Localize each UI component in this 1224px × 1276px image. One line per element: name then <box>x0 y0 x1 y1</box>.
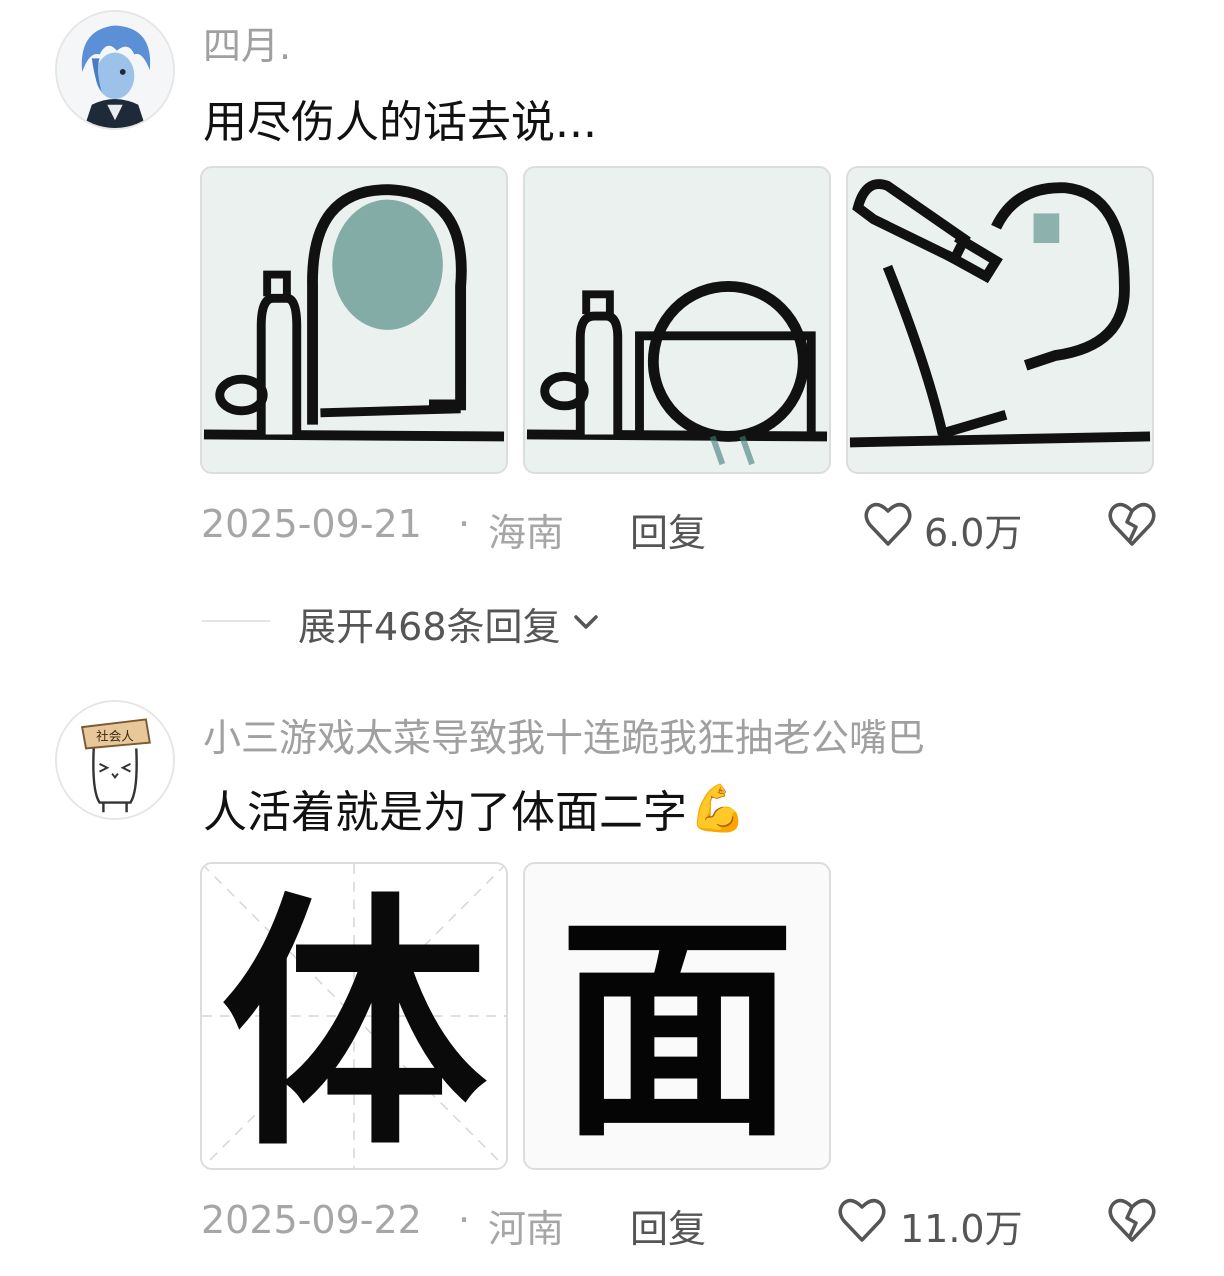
meta-separator: · <box>458 502 471 546</box>
meme-image-1 <box>202 168 506 472</box>
heart-outline-icon[interactable] <box>836 1194 888 1246</box>
expand-replies-label: 展开468条回复 <box>298 605 561 649</box>
broken-heart-icon[interactable] <box>1106 498 1158 550</box>
flexed-biceps-emoji: 💪 <box>689 781 747 835</box>
meme-drinking-panel-1[interactable] <box>200 166 508 474</box>
chevron-down-icon <box>571 607 601 641</box>
character-mian: 面 <box>559 891 796 1168</box>
meta-separator: · <box>458 1198 471 1242</box>
broken-heart-icon[interactable] <box>1106 1194 1158 1246</box>
user-avatar[interactable]: 社会人 <box>55 700 175 820</box>
character-mian-image[interactable]: 面 <box>523 862 831 1170</box>
avatar-box-label: 社会人 <box>96 729 134 744</box>
comment-location: 海南 <box>488 511 565 555</box>
tian-grid-image: 体 <box>202 864 506 1168</box>
comment-date: 2025-09-22 <box>201 1198 422 1242</box>
meme-image-3 <box>848 168 1152 472</box>
comment-text-row: 人活着就是为了体面二字 💪 <box>203 776 746 840</box>
expand-divider <box>202 620 270 622</box>
meme-drinking-panel-3[interactable] <box>846 166 1154 474</box>
comment-text: 人活着就是为了体面二字 <box>203 787 687 838</box>
like-count: 6.0万 <box>924 511 1023 555</box>
expand-replies-button[interactable]: 展开468条回复 <box>298 596 601 651</box>
character-ti: 体 <box>221 869 487 1168</box>
like-count: 11.0万 <box>900 1207 1023 1251</box>
reply-button[interactable]: 回复 <box>630 502 706 557</box>
comment-text: 用尽伤人的话去说... <box>203 97 597 148</box>
calligraphy-image: 面 <box>525 864 829 1168</box>
meme-image-2 <box>525 168 829 472</box>
avatar-image: 社会人 <box>57 702 173 818</box>
avatar-image <box>57 12 173 128</box>
user-avatar[interactable] <box>55 10 175 130</box>
username[interactable]: 四月. <box>203 15 291 70</box>
username[interactable]: 小三游戏太菜导致我十连跪我狂抽老公嘴巴 <box>203 707 925 762</box>
heart-outline-icon[interactable] <box>862 498 914 550</box>
character-ti-image[interactable]: 体 <box>200 862 508 1170</box>
comment-date: 2025-09-21 <box>201 502 422 546</box>
comment-location: 河南 <box>488 1207 565 1251</box>
meme-drinking-panel-2[interactable] <box>523 166 831 474</box>
reply-button[interactable]: 回复 <box>630 1198 706 1253</box>
